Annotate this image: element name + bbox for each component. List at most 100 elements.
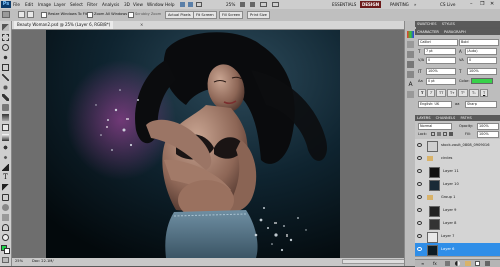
- lasso-tool-icon[interactable]: [2, 44, 9, 51]
- mini-bridge-icon[interactable]: [188, 2, 193, 7]
- dodge-tool-icon[interactable]: [2, 154, 9, 161]
- lock-transparency-icon[interactable]: [431, 132, 435, 136]
- layer-row[interactable]: stock-vault_0808_0909016: [415, 139, 500, 153]
- new-group-icon[interactable]: [465, 261, 471, 266]
- tab-channels[interactable]: CHANNELS: [436, 116, 456, 120]
- tab-layers[interactable]: LAYERS: [417, 116, 431, 120]
- clone-stamp-tool-icon[interactable]: [2, 104, 9, 111]
- quick-selection-tool-icon[interactable]: [2, 54, 9, 61]
- menu-filter[interactable]: Filter: [87, 0, 97, 9]
- document-canvas[interactable]: [46, 30, 340, 258]
- layer-row[interactable]: Group 1: [415, 191, 500, 205]
- small-caps-button[interactable]: Tт: [447, 89, 458, 97]
- superscript-button[interactable]: T¹: [458, 89, 468, 97]
- adjustment-layer-icon[interactable]: [455, 261, 460, 266]
- kerning-field[interactable]: 0: [426, 57, 456, 64]
- all-caps-button[interactable]: TT: [436, 89, 447, 97]
- tab-character[interactable]: CHARACTER: [417, 30, 439, 34]
- anti-alias-select[interactable]: Sharp: [465, 101, 497, 108]
- baseline-shift-field[interactable]: 0 pt: [426, 78, 456, 85]
- masks-panel-icon[interactable]: [407, 71, 414, 78]
- layer-row-selected[interactable]: Layer 6: [415, 243, 500, 257]
- close-icon[interactable]: ✕: [490, 0, 494, 9]
- 3d-rotate-tool-icon[interactable]: [2, 204, 9, 211]
- faux-italic-button[interactable]: T: [427, 89, 436, 97]
- zoom-all-windows-checkbox[interactable]: [87, 12, 93, 18]
- eyedropper-tool-icon[interactable]: [2, 74, 9, 81]
- brush-tool-icon[interactable]: [2, 94, 9, 101]
- zoom-in-icon[interactable]: [18, 11, 25, 18]
- paragraph-panel-icon[interactable]: [407, 91, 414, 98]
- path-selection-tool-icon[interactable]: [2, 184, 9, 191]
- visibility-eye-icon[interactable]: [417, 169, 422, 173]
- menu-analysis[interactable]: Analysis: [102, 0, 119, 9]
- workspace-design[interactable]: DESIGN: [360, 1, 382, 8]
- horizontal-scrollbar[interactable]: [342, 259, 412, 264]
- workspace-essentials[interactable]: ESSENTIALS: [330, 1, 358, 8]
- layer-row[interactable]: Layer 8: [415, 217, 500, 231]
- cs-live-button[interactable]: CS Live: [440, 0, 455, 9]
- zoom-out-icon[interactable]: [27, 11, 34, 18]
- eraser-tool-icon[interactable]: [2, 124, 9, 131]
- layer-row[interactable]: Layer 7: [415, 230, 500, 244]
- extras-icon[interactable]: [196, 2, 202, 7]
- background-color-swatch[interactable]: [4, 248, 10, 254]
- scrubby-zoom-checkbox[interactable]: [128, 12, 134, 18]
- arrange-documents-icon[interactable]: [260, 2, 267, 7]
- pen-tool-icon[interactable]: [2, 164, 9, 171]
- text-color-swatch[interactable]: [471, 78, 493, 84]
- blend-mode-select[interactable]: Normal: [418, 123, 452, 130]
- tab-styles[interactable]: STYLES: [442, 22, 455, 26]
- close-document-icon[interactable]: ×: [140, 22, 143, 27]
- healing-brush-tool-icon[interactable]: [2, 84, 9, 91]
- link-layers-icon[interactable]: ∞: [421, 261, 424, 266]
- lock-pixels-icon[interactable]: [437, 132, 441, 136]
- subscript-button[interactable]: T₁: [469, 89, 479, 97]
- history-brush-tool-icon[interactable]: [2, 114, 9, 121]
- fill-screen-button[interactable]: Fill Screen: [219, 11, 244, 19]
- visibility-eye-icon[interactable]: [417, 208, 422, 212]
- layer-row[interactable]: Layer 11: [415, 165, 500, 179]
- delete-layer-icon[interactable]: [485, 261, 490, 266]
- zoom-tool-icon[interactable]: [250, 2, 255, 7]
- zoom-level[interactable]: 25%: [226, 0, 235, 9]
- quick-mask-icon[interactable]: [2, 257, 9, 263]
- visibility-eye-icon[interactable]: [417, 221, 422, 225]
- print-size-button[interactable]: Print Size: [247, 11, 270, 19]
- character-panel-icon[interactable]: A: [407, 81, 414, 88]
- tracking-field[interactable]: 0: [467, 57, 497, 64]
- horizontal-scale-field[interactable]: 100%: [467, 68, 497, 75]
- tab-swatches[interactable]: SWATCHES: [417, 22, 437, 26]
- layer-row[interactable]: Layer 9: [415, 204, 500, 218]
- gradient-tool-icon[interactable]: [2, 134, 9, 141]
- fill-field[interactable]: 100%: [477, 131, 499, 138]
- add-mask-icon[interactable]: [445, 261, 450, 266]
- rectangle-tool-icon[interactable]: [2, 194, 9, 201]
- fit-screen-button[interactable]: Fit Screen: [193, 11, 217, 19]
- resize-windows-checkbox[interactable]: [41, 12, 47, 18]
- menu-file[interactable]: File: [13, 0, 20, 9]
- screen-mode-icon[interactable]: [272, 2, 279, 7]
- styles-panel-icon[interactable]: [407, 51, 414, 58]
- tab-paragraph[interactable]: PARAGRAPH: [444, 30, 466, 34]
- menu-3d[interactable]: 3D: [124, 0, 130, 9]
- font-size-field[interactable]: 7 pt: [424, 48, 456, 55]
- visibility-eye-icon[interactable]: [417, 234, 422, 238]
- zoom-tool-icon[interactable]: [2, 11, 10, 18]
- bridge-icon[interactable]: [180, 2, 185, 7]
- leading-field[interactable]: (Auto): [465, 48, 497, 55]
- adjustments-panel-icon[interactable]: [407, 61, 414, 68]
- hand-tool-icon[interactable]: [2, 224, 9, 231]
- visibility-eye-icon[interactable]: [417, 143, 422, 147]
- visibility-eye-icon[interactable]: [417, 156, 422, 160]
- tab-paths[interactable]: PATHS: [460, 116, 471, 120]
- workspace-more-icon[interactable]: »: [412, 1, 418, 8]
- menu-layer[interactable]: Layer: [54, 0, 66, 9]
- lock-all-icon[interactable]: [449, 132, 453, 136]
- menu-select[interactable]: Select: [70, 0, 83, 9]
- opacity-field[interactable]: 100%: [477, 123, 499, 130]
- hand-tool-icon[interactable]: [240, 2, 245, 7]
- 3d-orbit-tool-icon[interactable]: [2, 214, 9, 221]
- menu-edit[interactable]: Edit: [25, 0, 33, 9]
- menu-help[interactable]: Help: [165, 0, 175, 9]
